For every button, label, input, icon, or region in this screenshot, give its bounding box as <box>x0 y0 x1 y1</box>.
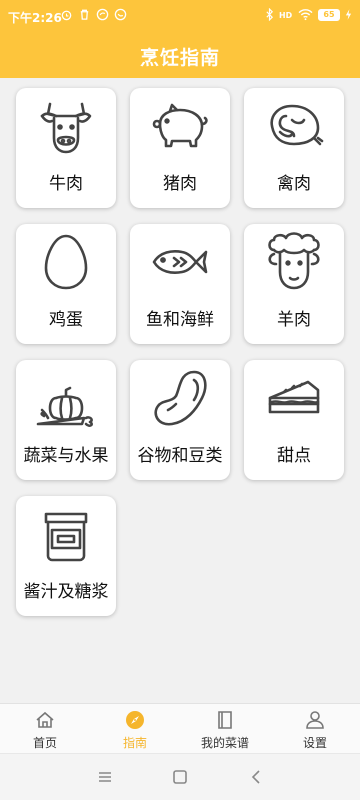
home-square-icon <box>173 770 187 784</box>
category-card-pork[interactable]: 猪肉 <box>130 88 230 208</box>
category-card-vegetables-fruit[interactable]: 蔬菜与水果 <box>16 360 116 480</box>
bottom-tab-bar: 首页 指南 我的菜谱 设置 <box>0 703 360 753</box>
category-card-sauces-syrups[interactable]: 酱汁及糖浆 <box>16 496 116 616</box>
category-label: 羊肉 <box>277 310 311 330</box>
compass-icon <box>126 711 144 729</box>
category-label: 酱汁及糖浆 <box>23 582 109 602</box>
status-time: 下午2:26 <box>8 11 62 25</box>
pig-icon <box>152 103 208 148</box>
app-bar: 烹饪指南 <box>0 34 360 78</box>
cake-icon <box>268 380 320 414</box>
fish-icon <box>152 250 208 274</box>
tab-label: 我的菜谱 <box>200 736 249 750</box>
category-label: 牛肉 <box>49 174 83 194</box>
category-card-poultry[interactable]: 禽肉 <box>244 88 344 208</box>
vegetables-icon <box>36 386 93 427</box>
category-card-seafood[interactable]: 鱼和海鲜 <box>130 224 230 344</box>
back-icon <box>251 770 260 784</box>
app-icon <box>96 8 109 21</box>
menu-icon <box>99 772 111 782</box>
tab-label: 指南 <box>122 736 147 750</box>
home-icon <box>36 711 54 728</box>
system-nav-bar <box>0 753 360 800</box>
category-label: 猪肉 <box>163 174 197 194</box>
category-label: 鱼和海鲜 <box>146 310 214 330</box>
wifi-icon <box>298 9 313 21</box>
system-home-button[interactable] <box>170 767 190 787</box>
svg-text:HD: HD <box>279 11 293 20</box>
category-label: 蔬菜与水果 <box>23 446 109 466</box>
charging-icon <box>345 9 352 20</box>
page-title: 烹饪指南 <box>139 47 220 69</box>
category-card-grains-beans[interactable]: 谷物和豆类 <box>130 360 230 480</box>
tab-label: 首页 <box>32 736 57 750</box>
app-icon <box>114 8 127 21</box>
trash-icon <box>80 9 89 20</box>
tab-my-recipes[interactable]: 我的菜谱 <box>180 704 270 754</box>
bean-icon <box>154 370 207 426</box>
category-card-beef[interactable]: 牛肉 <box>16 88 116 208</box>
egg-icon <box>44 234 88 290</box>
book-icon <box>218 711 232 729</box>
category-card-desserts[interactable]: 甜点 <box>244 360 344 480</box>
hd-icon: HD <box>279 11 293 20</box>
jar-icon <box>44 512 88 562</box>
tab-settings[interactable]: 设置 <box>270 704 360 754</box>
sheep-icon <box>268 232 320 290</box>
user-settings-icon <box>306 711 324 729</box>
category-label: 禽肉 <box>277 174 311 194</box>
bluetooth-icon <box>266 8 274 21</box>
category-label: 甜点 <box>277 446 311 466</box>
cow-icon <box>40 102 92 154</box>
category-label: 鸡蛋 <box>49 310 83 330</box>
status-bar: 下午2:26 HD 65 <box>0 0 360 34</box>
tab-guide[interactable]: 指南 <box>90 704 180 754</box>
category-card-eggs[interactable]: 鸡蛋 <box>16 224 116 344</box>
category-grid: 牛肉 猪肉 禽肉 鸡蛋 鱼和海鲜 羊肉 蔬菜与水果 谷物和豆类 甜点 酱汁及糖浆 <box>0 78 360 703</box>
category-label: 谷物和豆类 <box>137 446 223 466</box>
category-card-lamb[interactable]: 羊肉 <box>244 224 344 344</box>
battery-icon: 65 <box>318 8 340 21</box>
chicken-icon <box>270 104 324 146</box>
menu-button[interactable] <box>95 767 115 787</box>
tab-home[interactable]: 首页 <box>0 704 90 754</box>
back-button[interactable] <box>246 767 266 787</box>
alarm-icon <box>61 10 72 21</box>
tab-label: 设置 <box>302 736 327 750</box>
